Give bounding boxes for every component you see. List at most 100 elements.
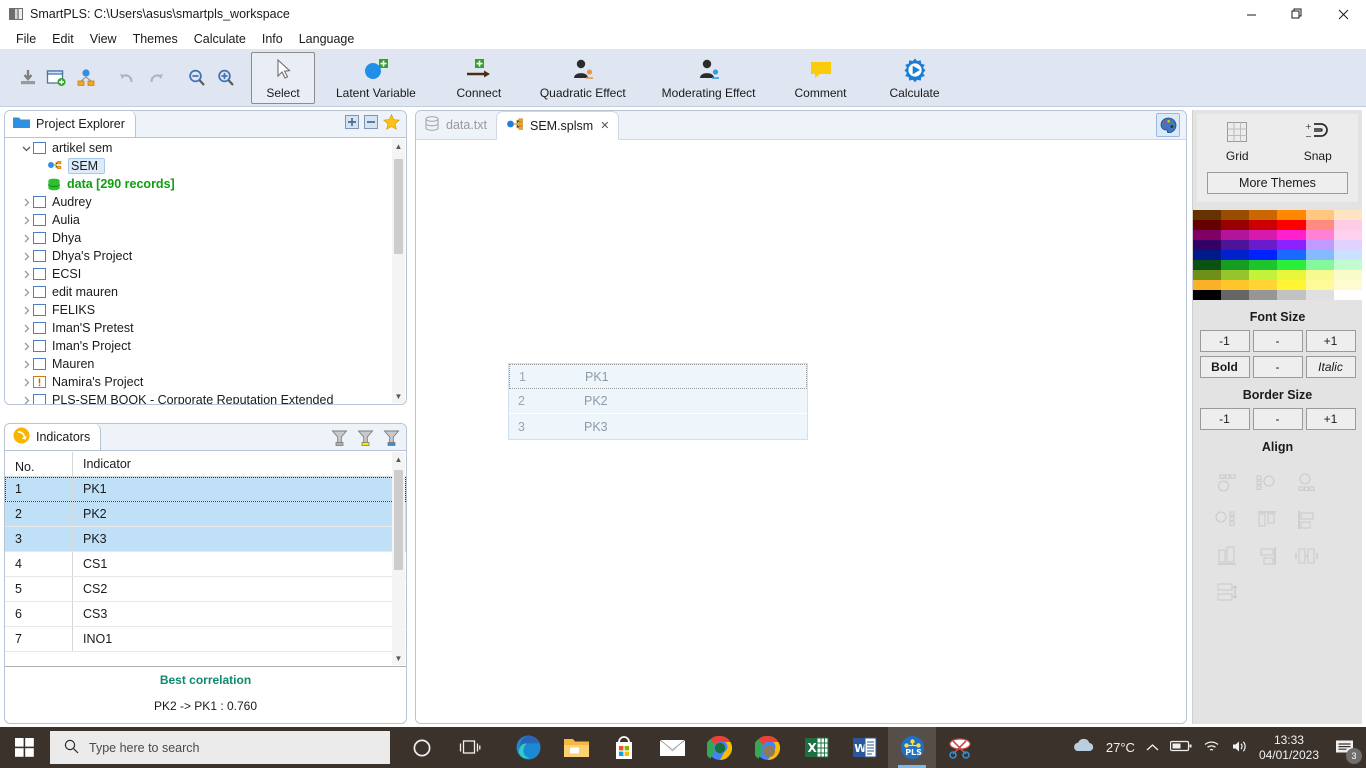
- chevron-right-icon[interactable]: [19, 234, 33, 243]
- chevron-right-icon[interactable]: [19, 324, 33, 333]
- menu-themes[interactable]: Themes: [125, 31, 186, 47]
- chevron-right-icon[interactable]: [19, 198, 33, 207]
- task-view-icon[interactable]: [446, 727, 494, 768]
- color-swatch[interactable]: [1305, 240, 1334, 250]
- latent-variable-button[interactable]: Latent Variable: [335, 52, 417, 104]
- align-right-icon[interactable]: [1287, 466, 1327, 502]
- color-swatch[interactable]: [1193, 240, 1222, 250]
- color-swatch[interactable]: [1333, 240, 1362, 250]
- color-swatch[interactable]: [1221, 240, 1250, 250]
- redo-icon[interactable]: [142, 63, 169, 93]
- model-canvas[interactable]: 1 PK1 2 PK2 3 PK3: [416, 141, 1186, 723]
- distribute-right-icon[interactable]: [1207, 538, 1247, 574]
- zoom-out-icon[interactable]: [183, 63, 210, 93]
- color-swatch[interactable]: [1221, 220, 1250, 230]
- filter-blue-icon[interactable]: [383, 429, 400, 449]
- quadratic-effect-button[interactable]: Quadratic Effect: [539, 52, 627, 104]
- menu-file[interactable]: File: [8, 31, 44, 47]
- chevron-right-icon[interactable]: [19, 396, 33, 405]
- color-swatch[interactable]: [1277, 270, 1306, 280]
- bold-button[interactable]: Bold: [1199, 356, 1250, 378]
- tree-item[interactable]: FELIKS: [5, 301, 406, 319]
- tree-item[interactable]: edit mauren: [5, 283, 406, 301]
- color-swatch[interactable]: [1305, 270, 1334, 280]
- color-swatch[interactable]: [1193, 220, 1222, 230]
- calculate-button[interactable]: Calculate: [883, 52, 947, 104]
- chevron-down-icon[interactable]: [19, 144, 33, 153]
- color-swatch[interactable]: [1249, 250, 1278, 260]
- color-swatch[interactable]: [1249, 290, 1278, 300]
- tab-indicators[interactable]: Indicators: [5, 424, 102, 450]
- collapse-all-icon[interactable]: [364, 115, 378, 132]
- distribute-left-icon[interactable]: [1287, 502, 1327, 538]
- new-model-icon[interactable]: [43, 63, 70, 93]
- align-left-icon[interactable]: [1247, 466, 1287, 502]
- connect-button[interactable]: Connect: [447, 52, 511, 104]
- palette-icon[interactable]: [1156, 113, 1180, 137]
- color-swatch[interactable]: [1305, 210, 1334, 220]
- favorites-star-icon[interactable]: [382, 113, 401, 133]
- font-size-reset-button[interactable]: -: [1252, 330, 1303, 352]
- color-swatch[interactable]: [1221, 210, 1250, 220]
- color-swatch[interactable]: [1333, 280, 1362, 290]
- menu-language[interactable]: Language: [291, 31, 363, 47]
- tree-item[interactable]: Iman's Project: [5, 337, 406, 355]
- table-row[interactable]: 6 CS3: [5, 602, 406, 627]
- scroll-thumb[interactable]: [394, 159, 403, 254]
- comment-button[interactable]: Comment: [789, 52, 853, 104]
- tree-item[interactable]: Dhya's Project: [5, 247, 406, 265]
- color-swatch[interactable]: [1277, 210, 1306, 220]
- align-bottom-icon[interactable]: [1207, 502, 1247, 538]
- indicators-scroll-down-arrow[interactable]: ▼: [392, 651, 405, 665]
- table-row[interactable]: 1 PK1: [5, 477, 406, 502]
- filter-yellow-icon[interactable]: [357, 429, 374, 449]
- color-swatch[interactable]: [1221, 280, 1250, 290]
- distribute-top-icon[interactable]: [1247, 502, 1287, 538]
- color-swatch[interactable]: [1221, 270, 1250, 280]
- tree-item[interactable]: SEM: [5, 157, 406, 175]
- chevron-right-icon[interactable]: [19, 342, 33, 351]
- tree-item[interactable]: Audrey: [5, 193, 406, 211]
- cortana-icon[interactable]: [398, 727, 446, 768]
- color-swatch[interactable]: [1305, 220, 1334, 230]
- font-style-reset-button[interactable]: -: [1252, 356, 1303, 378]
- close-button[interactable]: [1320, 0, 1366, 28]
- select-tool-button[interactable]: Select: [251, 51, 315, 104]
- snap-button[interactable]: + − Snap: [1283, 120, 1353, 163]
- menu-info[interactable]: Info: [254, 31, 291, 47]
- color-swatch[interactable]: [1277, 290, 1306, 300]
- table-row[interactable]: 7 INO1: [5, 627, 406, 652]
- color-swatch[interactable]: [1193, 270, 1222, 280]
- color-swatch[interactable]: [1333, 220, 1362, 230]
- color-swatch[interactable]: [1193, 250, 1222, 260]
- color-swatch[interactable]: [1333, 230, 1362, 240]
- chevron-right-icon[interactable]: [19, 252, 33, 261]
- color-swatch[interactable]: [1305, 280, 1334, 290]
- color-swatch[interactable]: [1333, 260, 1362, 270]
- menu-edit[interactable]: Edit: [44, 31, 82, 47]
- border-size-increase-button[interactable]: +1: [1305, 408, 1356, 430]
- chrome-icon[interactable]: [744, 727, 792, 768]
- excel-icon[interactable]: X: [792, 727, 840, 768]
- color-swatch[interactable]: [1249, 280, 1278, 290]
- tree-item[interactable]: artikel sem: [5, 139, 406, 157]
- snipping-tool-icon[interactable]: [936, 727, 984, 768]
- project-tree[interactable]: artikel sem SEM data [290 records] Audrey Au…: [5, 139, 406, 404]
- color-swatch[interactable]: [1333, 250, 1362, 260]
- tree-item[interactable]: PLS-SEM BOOK - Corporate Reputation Exte…: [5, 391, 406, 404]
- table-row[interactable]: 5 CS2: [5, 577, 406, 602]
- temperature-label[interactable]: 27°C: [1106, 740, 1135, 755]
- scroll-up-arrow[interactable]: ▲: [392, 139, 405, 153]
- tab-data-txt[interactable]: data.txt: [416, 111, 496, 140]
- tree-item[interactable]: Iman'S Pretest: [5, 319, 406, 337]
- color-swatch[interactable]: [1277, 260, 1306, 270]
- color-swatch[interactable]: [1277, 250, 1306, 260]
- color-swatch[interactable]: [1277, 230, 1306, 240]
- color-swatch[interactable]: [1249, 240, 1278, 250]
- minimize-button[interactable]: [1228, 0, 1274, 28]
- color-swatch[interactable]: [1193, 230, 1222, 240]
- chevron-right-icon[interactable]: [19, 270, 33, 279]
- color-swatch[interactable]: [1277, 220, 1306, 230]
- menu-calculate[interactable]: Calculate: [186, 31, 254, 47]
- indicators-scroll-thumb[interactable]: [394, 470, 403, 570]
